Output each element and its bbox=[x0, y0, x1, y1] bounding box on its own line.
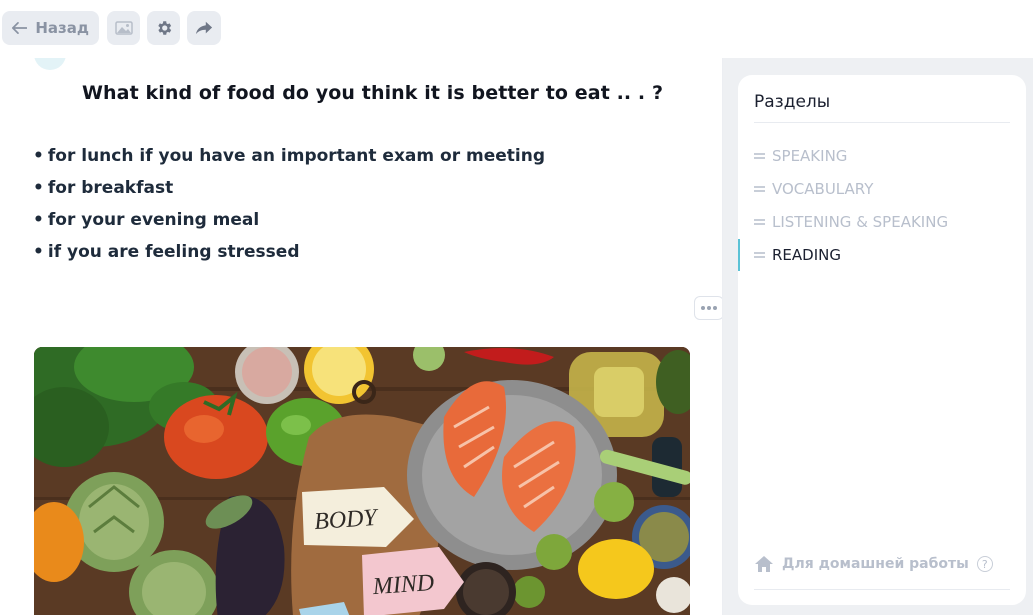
arrow-left-icon bbox=[12, 22, 28, 34]
healthy-food-photo: BODY MIND bbox=[34, 347, 690, 615]
question-bullet-list: • for lunch if you have an important exam… bbox=[33, 144, 545, 272]
task-number-badge bbox=[34, 58, 66, 70]
sidebar-item-vocabulary[interactable]: VOCABULARY bbox=[738, 173, 1026, 205]
list-item-text: for breakfast bbox=[47, 178, 174, 198]
sidebar-title: Разделы bbox=[754, 92, 831, 112]
more-options-button[interactable] bbox=[694, 296, 722, 320]
share-icon bbox=[195, 21, 213, 35]
sidebar-item-label: READING bbox=[772, 246, 841, 264]
list-item: • for your evening meal bbox=[33, 210, 260, 230]
image-icon bbox=[114, 21, 133, 35]
body-sign-text: BODY bbox=[313, 505, 380, 535]
sections-sidebar: Разделы SPEAKING VOCABULARY LISTENING & … bbox=[738, 75, 1026, 605]
drag-handle-icon[interactable] bbox=[754, 153, 765, 159]
list-item-text: for lunch if you have an important exam … bbox=[47, 146, 546, 166]
homework-section[interactable]: Для домашней работы ? bbox=[754, 555, 993, 573]
sidebar-item-label: LISTENING & SPEAKING bbox=[772, 213, 949, 231]
divider bbox=[754, 122, 1010, 123]
drag-handle-icon[interactable] bbox=[754, 186, 765, 192]
settings-button[interactable] bbox=[147, 11, 180, 45]
back-button-label: Назад bbox=[35, 19, 89, 37]
list-item: • for lunch if you have an important exam… bbox=[33, 146, 546, 166]
food-illustration: BODY MIND bbox=[34, 347, 690, 615]
image-button[interactable] bbox=[107, 11, 140, 45]
mind-sign-text: MIND bbox=[371, 570, 435, 600]
list-item: • for breakfast bbox=[33, 178, 174, 198]
sidebar-item-reading[interactable]: READING bbox=[738, 239, 1026, 271]
gear-icon bbox=[157, 21, 171, 35]
sidebar-item-label: VOCABULARY bbox=[772, 180, 874, 198]
homework-label: Для домашней работы bbox=[782, 556, 969, 572]
sidebar-item-speaking[interactable]: SPEAKING bbox=[738, 140, 1026, 172]
top-toolbar: Назад bbox=[0, 0, 1033, 58]
list-item: • if you are feeling stressed bbox=[33, 242, 300, 262]
drag-handle-icon[interactable] bbox=[754, 252, 765, 258]
salmon-plate bbox=[407, 380, 617, 570]
lesson-content: What kind of food do you think it is bet… bbox=[0, 58, 723, 615]
list-item-text: if you are feeling stressed bbox=[47, 242, 300, 262]
help-icon[interactable]: ? bbox=[976, 556, 993, 572]
list-item-text: for your evening meal bbox=[47, 210, 260, 230]
dot-icon bbox=[713, 306, 717, 310]
sidebar-item-listening-speaking[interactable]: LISTENING & SPEAKING bbox=[738, 206, 1026, 238]
dot-icon bbox=[701, 306, 705, 310]
drag-handle-icon[interactable] bbox=[754, 219, 765, 225]
divider bbox=[754, 589, 1010, 590]
dot-icon bbox=[707, 306, 711, 310]
back-button[interactable]: Назад bbox=[2, 11, 99, 45]
task-question: What kind of food do you think it is bet… bbox=[82, 82, 664, 104]
sidebar-item-label: SPEAKING bbox=[772, 147, 848, 165]
share-button[interactable] bbox=[187, 11, 221, 45]
home-icon bbox=[755, 556, 773, 572]
heirloom-tomato bbox=[164, 391, 268, 479]
